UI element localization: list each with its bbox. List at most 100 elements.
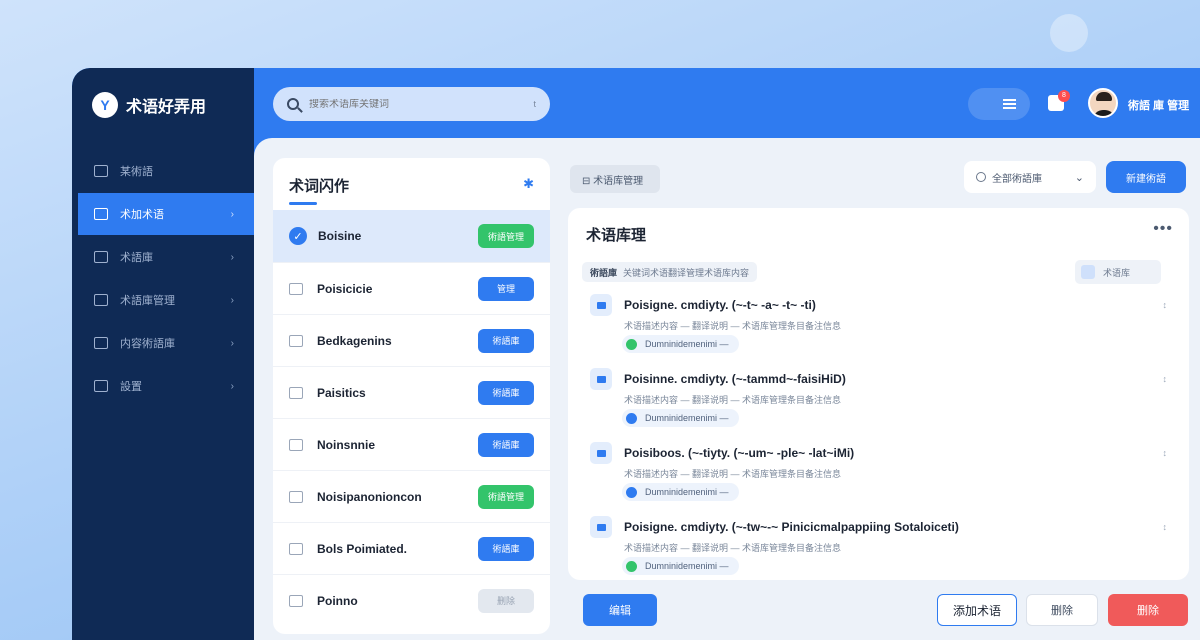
list-item-label: Bedkagenins xyxy=(317,333,392,348)
status-badge: Dumninidemenimi — xyxy=(622,335,739,353)
sort-icon[interactable]: ↕ xyxy=(1163,448,1168,458)
sidebar-item-2[interactable]: 术語庫 › xyxy=(72,236,254,278)
list-item-label: Bols Poimiated. xyxy=(317,541,408,556)
add-term-button[interactable]: 添加术语 xyxy=(937,594,1017,626)
tag-filter[interactable]: 术语库 xyxy=(1075,260,1161,284)
term-icon xyxy=(590,294,612,316)
notification-badge: 8 xyxy=(1058,90,1070,102)
row-action-button[interactable]: 術語管理 xyxy=(478,484,534,509)
list-item[interactable]: Bedkagenins 術語庫 xyxy=(273,314,550,366)
term-list-panel: 术词闪作 ✱ ✓ Boisine 術語管理 Poisicicie 管理 Bedkageni… xyxy=(273,158,550,634)
row-action-button[interactable]: 管理 xyxy=(478,276,534,301)
list-item[interactable]: Noinsnnie 術語庫 xyxy=(273,418,550,470)
row-action-button[interactable]: 術語庫 xyxy=(478,328,534,353)
sidebar: Y 术语好弄用 某術語 术加术语 › 术語庫 › 术語庫管理 › 内容術語庫 › 設置 › xyxy=(72,68,254,640)
entry-title: Poisigne. cmdiyty. (~-t~ -a~ -t~ -ti) xyxy=(624,298,816,312)
checkbox[interactable] xyxy=(289,542,303,555)
row-action-button[interactable]: 删除 xyxy=(478,588,534,613)
status-dot-icon xyxy=(626,338,637,350)
checkbox[interactable] xyxy=(289,334,303,347)
list-item[interactable]: Poisicicie 管理 xyxy=(273,262,550,314)
list-item[interactable]: Poinno 删除 xyxy=(273,574,550,626)
chevron-icon: › xyxy=(230,294,234,306)
checkbox[interactable] xyxy=(289,490,303,503)
more-icon[interactable]: ••• xyxy=(1153,220,1173,238)
new-term-button[interactable]: 新建術語 xyxy=(1106,161,1186,193)
checkbox[interactable] xyxy=(289,594,303,607)
sort-icon[interactable]: ↕ xyxy=(1163,374,1168,384)
badge-text: Dumninidemenimi — xyxy=(645,561,729,571)
row-action-button[interactable]: 術語管理 xyxy=(478,224,534,248)
row-action-button[interactable]: 術語庫 xyxy=(478,536,534,561)
settings-icon[interactable]: ✱ xyxy=(523,176,534,192)
term-entry[interactable]: Poisinne. cmdiyty. (~-tammd~-faisiHiD) 术语… xyxy=(568,364,1189,438)
term-entry[interactable]: Poisigne. cmdiyty. (~-tw~-~ Pinicicmalpa… xyxy=(568,512,1189,580)
list-item[interactable]: Paisitics 術語庫 xyxy=(273,366,550,418)
delete-button[interactable]: 删除 xyxy=(1108,594,1188,626)
checkbox[interactable] xyxy=(289,386,303,399)
term-entry[interactable]: Poisigne. cmdiyty. (~-t~ -a~ -t~ -ti) 术语描… xyxy=(568,290,1189,364)
app-title: 术语好弄用 xyxy=(126,99,207,116)
settings-icon xyxy=(94,380,108,392)
check-circle-icon[interactable]: ✓ xyxy=(289,227,307,245)
row-action-button[interactable]: 術語庫 xyxy=(478,432,534,457)
entry-description: 术语描述内容 — 翻译说明 — 术语库管理条目备注信息 xyxy=(624,469,842,479)
sidebar-item-label: 术語庫管理 xyxy=(120,295,175,307)
search-shortcut: t xyxy=(533,99,536,109)
checkbox[interactable] xyxy=(289,438,303,451)
row-action-button[interactable]: 術語庫 xyxy=(478,380,534,405)
app-logo[interactable]: Y 术语好弄用 xyxy=(92,92,206,118)
entry-description: 术语描述内容 — 翻译说明 — 术语库管理条目备注信息 xyxy=(624,543,842,553)
sidebar-item-label: 内容術語庫 xyxy=(120,338,175,350)
sidebar-item-4[interactable]: 内容術語庫 › xyxy=(72,322,254,364)
list-item[interactable]: Bols Poimiated. 術語庫 xyxy=(273,522,550,574)
chevron-icon: › xyxy=(230,380,234,392)
entry-description: 术语描述内容 — 翻译说明 — 术语库管理条目备注信息 xyxy=(624,395,842,405)
list-item[interactable]: ✓ Boisine 術語管理 xyxy=(273,210,550,262)
database-icon xyxy=(94,251,108,263)
sidebar-nav: 某術語 术加术语 › 术語庫 › 术語庫管理 › 内容術語庫 › 設置 › xyxy=(72,150,254,408)
status-badge: Dumninidemenimi — xyxy=(622,409,739,427)
sidebar-item-label: 某術語 xyxy=(120,166,153,178)
library-select[interactable]: 全部術語庫 ⌄ xyxy=(964,161,1096,193)
status-badge: Dumninidemenimi — xyxy=(622,483,739,501)
logo-icon: Y xyxy=(92,92,118,118)
username[interactable]: 術語 庫 管理 xyxy=(1128,97,1189,113)
sidebar-item-1[interactable]: 术加术语 › xyxy=(78,193,254,235)
chevron-icon: › xyxy=(230,251,234,263)
menu-icon xyxy=(1003,99,1016,109)
monitor-icon xyxy=(94,165,108,177)
term-icon xyxy=(590,442,612,464)
search-icon xyxy=(976,172,986,182)
sidebar-item-label: 設置 xyxy=(120,381,142,393)
term-icon xyxy=(94,208,108,220)
sidebar-item-5[interactable]: 設置 › xyxy=(72,365,254,407)
entry-title: Poisiboos. (~-tiyty. (~-um~ -ple~ -lat~i… xyxy=(624,446,855,460)
status-dot-icon xyxy=(626,486,637,498)
sidebar-item-0[interactable]: 某術語 xyxy=(72,150,254,192)
detail-title: 术语库理 xyxy=(586,227,647,244)
sort-icon[interactable]: ↕ xyxy=(1163,300,1168,310)
list-item[interactable]: Noisipanonioncon 術語管理 xyxy=(273,470,550,522)
entry-description: 术语描述内容 — 翻译说明 — 术语库管理条目备注信息 xyxy=(624,321,842,331)
cancel-button[interactable]: 删除 xyxy=(1026,594,1098,626)
filter-text: 关键词术语翻译管理术语库内容 xyxy=(623,267,750,278)
library-chip[interactable]: ⊟ 术语库管理 xyxy=(570,165,660,193)
checkbox[interactable] xyxy=(289,282,303,295)
chevron-down-icon: ⌄ xyxy=(1074,171,1084,184)
term-entry[interactable]: Poisiboos. (~-tiyty. (~-um~ -ple~ -lat~i… xyxy=(568,438,1189,512)
filter-bar[interactable]: 術語庫 关键词术语翻译管理术语库内容 xyxy=(582,262,758,282)
search-bar[interactable]: t xyxy=(273,87,550,121)
sort-icon[interactable]: ↕ xyxy=(1163,522,1168,532)
avatar[interactable] xyxy=(1088,88,1118,118)
menu-button[interactable] xyxy=(968,88,1030,120)
title-underline xyxy=(289,202,317,205)
list-item-label: Paisitics xyxy=(317,385,366,400)
search-input[interactable] xyxy=(309,98,524,110)
background-decoration xyxy=(1050,14,1088,52)
folder-icon xyxy=(94,294,108,306)
badge-text: Dumninidemenimi — xyxy=(645,487,729,497)
sidebar-item-label: 术語庫 xyxy=(120,252,153,264)
sidebar-item-3[interactable]: 术語庫管理 › xyxy=(72,279,254,321)
edit-button[interactable]: 编辑 xyxy=(583,594,657,626)
